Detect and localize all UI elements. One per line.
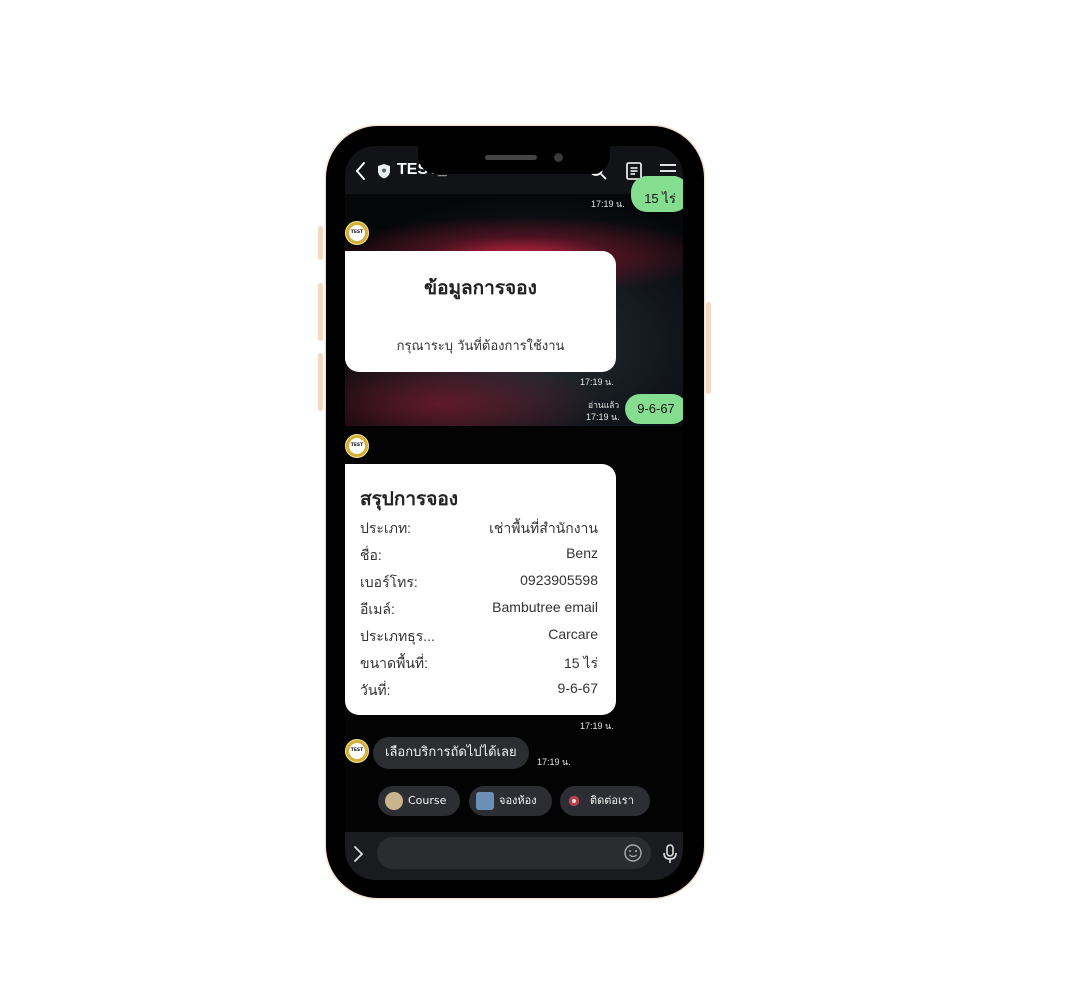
sent-message-bubble[interactable]: 9-6-67 (625, 394, 683, 424)
emoji-icon[interactable] (623, 843, 643, 863)
expand-chevron-icon[interactable] (351, 844, 365, 864)
summary-label: ชื่อ: (360, 547, 382, 563)
summary-value: เช่าพื้นที่สำนักงาน (489, 520, 598, 536)
message-time: 17:19 น. (580, 377, 614, 387)
summary-value: Benz (566, 545, 598, 561)
booking-summary-card[interactable]: สรุปการจอง ประเภท: เช่าพื้นที่สำนักงาน ช… (345, 464, 616, 715)
message-input[interactable] (377, 837, 651, 869)
summary-row: ขนาดพื้นที่: 15 ไร่ (360, 653, 598, 673)
card-subtitle: กรุณาระบุ วันที่ต้องการใช้งาน (396, 339, 565, 354)
message-composer (345, 832, 683, 880)
microphone-icon[interactable] (662, 843, 678, 865)
summary-value: 15 ไร่ (563, 655, 598, 671)
room-icon (476, 792, 494, 810)
summary-value: 0923905598 (520, 572, 598, 588)
summary-row: ประเภท: เช่าพื้นที่สำนักงาน (360, 518, 598, 538)
contact-icon (569, 796, 579, 806)
side-button-volume-up (318, 283, 323, 341)
summary-row: ชื่อ: Benz (360, 545, 598, 565)
quick-reply-book-room[interactable]: จองห้อง (469, 786, 552, 816)
summary-row: เบอร์โทร: 0923905598 (360, 572, 598, 592)
message-time: 17:19 น. (591, 199, 625, 209)
bot-avatar[interactable]: TEST (345, 739, 369, 763)
received-message-bubble[interactable]: เลือกบริการถัดไปได้เลย (373, 737, 529, 769)
card-title: สรุปการจอง (360, 488, 459, 510)
summary-row: อีเมล์: Bambutree email (360, 599, 598, 619)
summary-row: วันที่: 9-6-67 (360, 680, 598, 700)
summary-row: ประเภทธุร... Carcare (360, 626, 598, 646)
summary-value: Bambutree email (492, 599, 598, 615)
summary-label: วันที่: (360, 682, 391, 698)
card-title: ข้อมูลการจอง (424, 277, 537, 299)
camera-lens (554, 153, 563, 162)
summary-label: อีเมล์: (360, 601, 395, 617)
side-button-volume-down (318, 353, 323, 411)
summary-value: 9-6-67 (557, 680, 598, 696)
summary-value: Carcare (548, 626, 598, 642)
side-button-mute (318, 226, 323, 260)
summary-label: ประเภทธุร... (360, 628, 435, 644)
side-button-power (706, 302, 711, 394)
back-chevron-icon[interactable] (352, 160, 370, 182)
message-time: 17:19 น. (586, 412, 620, 422)
summary-label: ประเภท: (360, 520, 412, 536)
phone-notch (418, 146, 610, 174)
quick-reply-course[interactable]: Course (378, 786, 460, 816)
summary-label: เบอร์โทร: (360, 574, 418, 590)
bot-avatar[interactable]: TEST (345, 434, 369, 458)
quick-reply-contact[interactable]: ติดต่อเรา (560, 786, 650, 816)
message-time: 17:19 น. (580, 721, 614, 731)
course-icon (385, 792, 403, 810)
bot-avatar[interactable]: TEST (345, 221, 369, 245)
phone-screen: TEST_BOT 15 ไร่ 17:19 น. TEST ข้อมูลการ (345, 146, 683, 880)
booking-info-card[interactable]: ข้อมูลการจอง กรุณาระบุ วันที่ต้องการใช้ง… (345, 251, 616, 372)
sent-message-area[interactable]: 15 ไร่ (631, 176, 683, 212)
message-time: 17:19 น. (537, 757, 571, 767)
summary-label: ขนาดพื้นที่: (360, 655, 429, 671)
shield-icon (378, 164, 390, 179)
